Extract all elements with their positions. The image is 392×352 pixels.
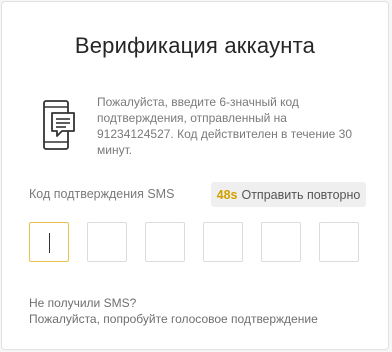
- phone-message-icon: [43, 100, 75, 150]
- code-digit-1[interactable]: [29, 222, 69, 262]
- resend-label: Отправить повторно: [241, 187, 361, 202]
- page-title: Верификация аккаунта: [74, 33, 316, 58]
- code-input-group: [29, 222, 359, 262]
- help-question: Не получили SMS?: [29, 296, 137, 310]
- resend-timer: 48s: [216, 187, 238, 202]
- code-label: Код подтверждения SMS: [29, 187, 175, 201]
- text-caret: [49, 233, 50, 253]
- code-digit-6[interactable]: [319, 222, 359, 262]
- voice-verification-link[interactable]: Пожалуйста, попробуйте голосовое подтвер…: [29, 312, 318, 326]
- code-digit-2[interactable]: [87, 222, 127, 262]
- help-section: Не получили SMS? Пожалуйста, попробуйте …: [29, 295, 318, 327]
- resend-button[interactable]: 48s Отправить повторно: [211, 182, 366, 207]
- code-digit-3[interactable]: [145, 222, 185, 262]
- code-digit-4[interactable]: [203, 222, 243, 262]
- verification-card: Верификация аккаунта Пожалуйста, введите…: [1, 1, 389, 350]
- code-digit-5[interactable]: [261, 222, 301, 262]
- info-text: Пожалуйста, введите 6-значный код подтве…: [97, 95, 352, 157]
